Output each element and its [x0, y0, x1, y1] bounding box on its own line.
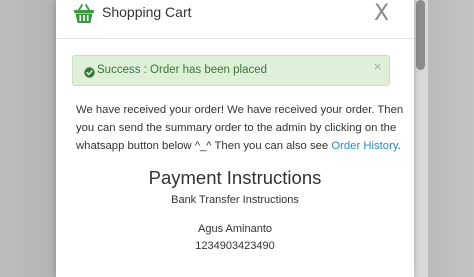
order-history-link[interactable]: Order History: [331, 140, 397, 152]
close-button[interactable]: X: [374, 2, 389, 26]
alert-message: Success : Order has been placed: [97, 64, 268, 76]
check-circle-icon: [84, 65, 95, 78]
shopping-cart-modal: Shopping Cart X Success : Order has been…: [56, 0, 414, 277]
scrollbar-thumb[interactable]: [416, 0, 425, 70]
message-line-1: We have received your order! We have rec…: [76, 104, 404, 116]
account-number: 1234903423490: [195, 240, 275, 252]
account-holder-name: Agus Aminanto: [198, 223, 272, 235]
modal-header: Shopping Cart X: [56, 0, 414, 39]
message-line-3-text: whatsapp button below ^_^ Then you can a…: [76, 140, 332, 152]
shopping-basket-icon: [73, 3, 95, 25]
payment-instructions-title: Payment Instructions: [148, 167, 322, 188]
bank-transfer-subtitle: Bank Transfer Instructions: [171, 194, 299, 206]
order-received-message: We have received your order! We have rec…: [76, 101, 404, 155]
message-line-3-end: .: [397, 140, 401, 152]
modal-title: Shopping Cart: [102, 4, 192, 20]
alert-close-button[interactable]: ×: [373, 61, 382, 73]
success-alert: Success : Order has been placed ×: [72, 55, 390, 86]
message-line-3: whatsapp button below ^_^ Then you can a…: [76, 137, 401, 155]
message-line-2: you can send the summary order to the ad…: [76, 122, 397, 134]
backdrop-left: [0, 0, 56, 277]
